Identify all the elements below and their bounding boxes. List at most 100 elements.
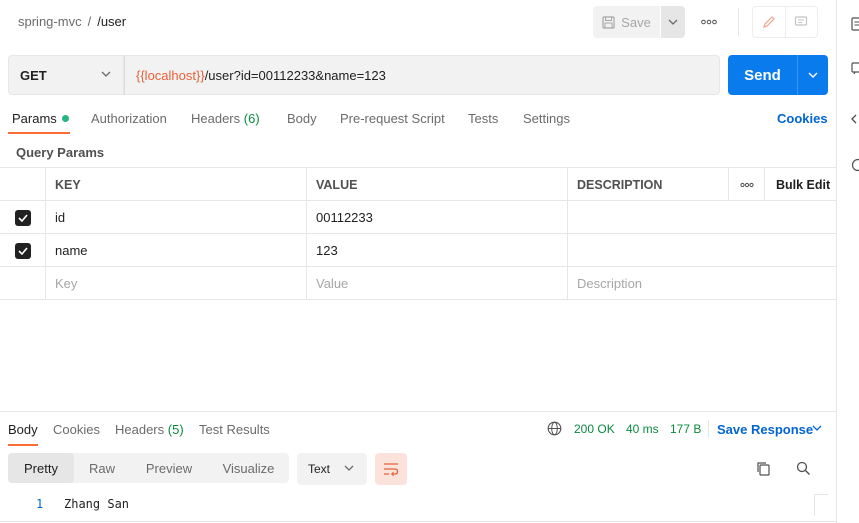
breadcrumb-collection[interactable]: spring-mvc [18, 14, 82, 29]
toolbar-divider [738, 8, 739, 36]
url-variable: {{localhost}} [136, 67, 205, 83]
globe-icon[interactable] [547, 421, 562, 436]
param-key-placeholder[interactable]: Key [45, 267, 306, 300]
view-pretty[interactable]: Pretty [8, 453, 74, 483]
cookies-link[interactable]: Cookies [777, 111, 828, 126]
tab-headers[interactable]: Headers (6) [191, 111, 260, 126]
row-checkbox[interactable] [0, 201, 45, 234]
response-tabs: Body Cookies Headers (5) Test Results [0, 418, 836, 446]
edit-button[interactable] [753, 7, 786, 37]
param-value-input[interactable]: 123 [306, 234, 567, 267]
bulk-edit-button[interactable]: Bulk Edit [764, 168, 836, 201]
view-raw[interactable]: Raw [74, 453, 130, 483]
param-description-placeholder[interactable]: Description [567, 267, 836, 300]
table-row-empty: Key Value Description [0, 267, 836, 300]
tab-params-label: Params [12, 111, 57, 126]
editor-scrollbar[interactable] [814, 494, 828, 516]
breadcrumb: spring-mvc / /user [18, 14, 126, 29]
format-label: Text [308, 462, 331, 476]
tab-authorization[interactable]: Authorization [91, 111, 167, 126]
check-icon [17, 246, 28, 255]
comments-panel-icon[interactable] [851, 62, 859, 76]
send-button[interactable]: Send [728, 55, 797, 95]
documentation-icon[interactable] [851, 17, 859, 31]
response-body-editor[interactable]: 1 Zhang San [0, 494, 836, 516]
tab-body[interactable]: Body [287, 111, 317, 126]
params-table: KEY VALUE DESCRIPTION Bulk Edit id 00112… [0, 167, 836, 300]
param-value-placeholder[interactable]: Value [306, 267, 567, 300]
row-checkbox[interactable] [0, 234, 45, 267]
params-active-dot [61, 115, 69, 122]
table-row: name 123 [0, 234, 836, 267]
wrap-lines-icon [384, 463, 399, 476]
bottom-border [0, 521, 836, 522]
response-tab-headers[interactable]: Headers (5) [115, 422, 184, 437]
param-key-input[interactable]: name [45, 234, 306, 267]
code-icon[interactable] [851, 112, 859, 126]
tab-settings[interactable]: Settings [523, 111, 570, 126]
column-options-button[interactable] [728, 168, 764, 201]
status-code[interactable]: 200 OK [574, 422, 615, 436]
request-tabs: Params Authorization Headers (6) Body Pr… [0, 108, 836, 136]
response-tab-headers-count: (5) [167, 422, 184, 437]
wrap-lines-button[interactable] [375, 453, 407, 485]
tab-headers-label: Headers [191, 111, 241, 126]
right-sidebar [836, 0, 859, 523]
chevron-down-icon[interactable] [812, 425, 822, 431]
send-dropdown-button[interactable] [797, 55, 828, 95]
more-icon [701, 19, 717, 25]
check-icon [17, 213, 28, 222]
code-line[interactable]: Zhang San [64, 497, 129, 511]
response-tab-cookies[interactable]: Cookies [53, 422, 100, 437]
line-number: 1 [36, 497, 44, 511]
pencil-icon [762, 16, 775, 28]
comments-button[interactable] [786, 7, 818, 37]
save-response-button[interactable]: Save Response [717, 422, 813, 437]
query-params-title: Query Params [16, 145, 105, 160]
save-dropdown-button[interactable] [661, 6, 685, 38]
response-tab-body[interactable]: Body [8, 422, 38, 437]
save-icon [602, 15, 615, 29]
status-divider [708, 420, 709, 438]
active-response-tab-indicator [8, 444, 38, 446]
chevron-down-icon [808, 72, 818, 78]
tab-params[interactable]: Params [12, 111, 69, 126]
header-description: DESCRIPTION [567, 168, 728, 201]
view-visualize[interactable]: Visualize [208, 453, 289, 483]
url-input[interactable]: {{localhost}}/user?id=00112233&name=123 [124, 55, 720, 95]
table-row: id 00112233 [0, 201, 836, 234]
response-time[interactable]: 40 ms [626, 422, 659, 436]
param-value-input[interactable]: 00112233 [306, 201, 567, 234]
param-key-input[interactable]: id [45, 201, 306, 234]
row-checkbox-empty [0, 267, 45, 300]
save-button[interactable]: Save [593, 6, 660, 38]
comment-icon [795, 16, 808, 26]
info-icon[interactable] [851, 158, 859, 172]
breadcrumb-request[interactable]: /user [97, 14, 126, 29]
checkbox-checked[interactable] [14, 242, 31, 259]
param-description-input[interactable] [567, 234, 836, 267]
response-view-tabs: Pretty Raw Preview Visualize [8, 453, 289, 483]
chevron-down-icon [344, 465, 354, 471]
response-tab-test-results[interactable]: Test Results [199, 422, 270, 437]
response-size[interactable]: 177 B [670, 422, 701, 436]
chevron-down-icon [101, 71, 111, 77]
tab-tests[interactable]: Tests [468, 111, 498, 126]
format-select[interactable]: Text [297, 453, 367, 485]
save-label: Save [621, 14, 651, 30]
top-bar: spring-mvc / /user Save [0, 0, 836, 44]
url-path: /user?id=00112233&name=123 [204, 67, 386, 83]
tab-prerequest-script[interactable]: Pre-request Script [340, 111, 445, 126]
response-tab-headers-label: Headers [115, 422, 165, 437]
view-preview[interactable]: Preview [130, 453, 208, 483]
response-divider[interactable] [0, 411, 836, 412]
table-header-row: KEY VALUE DESCRIPTION Bulk Edit [0, 168, 836, 201]
search-icon[interactable] [796, 461, 811, 476]
method-select[interactable]: GET [8, 55, 124, 95]
more-actions-button[interactable] [697, 12, 721, 32]
breadcrumb-separator: / [87, 14, 92, 29]
param-description-input[interactable] [567, 201, 836, 234]
copy-icon[interactable] [756, 461, 771, 476]
header-value: VALUE [306, 168, 567, 201]
checkbox-checked[interactable] [14, 209, 31, 226]
